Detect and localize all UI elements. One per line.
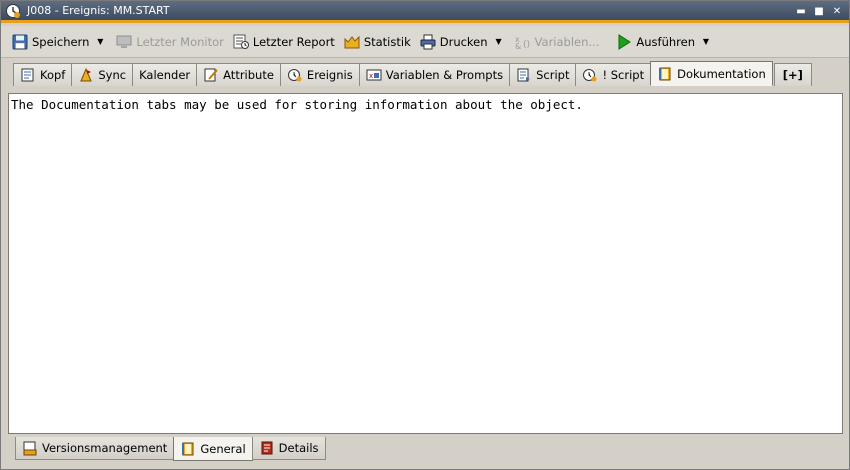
object-tabs: Kopf Sync Kalender Attribute Ereignis x … [1, 60, 849, 86]
tab-label: Sync [98, 68, 127, 82]
minimize-button[interactable]: ▬ [795, 4, 807, 18]
print-dropdown-chevron-icon[interactable]: ▼ [492, 29, 506, 55]
variables-label: Variablen... [534, 34, 600, 49]
svg-text:(): () [523, 40, 530, 50]
tab-details[interactable]: Details [251, 437, 326, 460]
tab-label: Ereignis [306, 68, 353, 82]
execute-dropdown-chevron-icon[interactable]: ▼ [699, 29, 713, 55]
tab-sync[interactable]: Sync [71, 63, 134, 86]
window-title: J008 - Ereignis: MM.START [27, 4, 170, 17]
toolbar: Speichern ▼ Letzter Monitor Letzter Repo… [1, 26, 849, 58]
tab-kalender[interactable]: Kalender [132, 63, 198, 86]
execute-button[interactable]: Ausführen [611, 29, 699, 55]
close-button[interactable]: ✕ [831, 4, 843, 18]
tab-ereignis[interactable]: Ereignis [279, 63, 360, 86]
tab-versionsmanagement[interactable]: Versionsmanagement [15, 437, 175, 460]
statistics-chart-icon [343, 33, 361, 51]
bottom-tabs: Versionsmanagement General Details [15, 437, 326, 461]
save-dropdown-chevron-icon[interactable]: ▼ [93, 29, 107, 55]
play-icon [615, 33, 633, 51]
last-report-label: Letzter Report [252, 34, 335, 49]
tab-event-script[interactable]: ! Script [575, 63, 652, 86]
printer-icon [419, 33, 437, 51]
tab-script[interactable]: Script [509, 63, 577, 86]
version-icon [22, 440, 38, 456]
tab-variables-prompts[interactable]: x Variablen & Prompts [358, 63, 511, 86]
tab-attribute[interactable]: Attribute [196, 63, 281, 86]
save-button[interactable]: Speichern [7, 29, 93, 55]
statistics-button[interactable]: Statistik [339, 29, 415, 55]
tab-label: Details [278, 441, 319, 455]
svg-text:x: x [369, 72, 373, 80]
variables-icon: x [366, 67, 382, 83]
add-tab-icon: [+] [782, 68, 803, 82]
event-script-icon [582, 67, 598, 83]
variables-icon: x &() [514, 33, 532, 51]
save-label: Speichern [32, 34, 90, 49]
last-monitor-label: Letzter Monitor [136, 34, 224, 49]
last-monitor-button[interactable]: Letzter Monitor [111, 29, 228, 55]
event-icon [287, 67, 303, 83]
tab-label: Script [536, 68, 570, 82]
tab-kopf[interactable]: Kopf [13, 63, 73, 86]
script-icon [516, 67, 532, 83]
tab-label: Versionsmanagement [42, 441, 168, 455]
clock-event-icon [5, 3, 21, 19]
sync-icon [78, 67, 94, 83]
tab-label: Dokumentation [677, 66, 766, 81]
documentation-text[interactable]: The Documentation tabs may be used for s… [9, 94, 842, 115]
tab-label: Kopf [40, 68, 66, 82]
floppy-disk-icon [11, 33, 29, 51]
tab-label: Kalender [139, 68, 191, 82]
tab-label: ! Script [602, 68, 645, 82]
title-bar: J008 - Ereignis: MM.START ▬ ■ ✕ [1, 1, 849, 23]
general-book-icon [180, 441, 196, 457]
maximize-button[interactable]: ■ [813, 4, 825, 18]
print-label: Drucken [439, 34, 488, 49]
documentation-book-icon [657, 66, 673, 82]
details-icon [259, 440, 275, 456]
tab-label: General [200, 441, 246, 456]
tab-label: Attribute [223, 68, 274, 82]
execute-label: Ausführen [636, 34, 695, 49]
monitor-icon [115, 33, 133, 51]
statistics-label: Statistik [363, 34, 411, 49]
tab-label: Variablen & Prompts [385, 68, 504, 82]
attribute-icon [203, 67, 219, 83]
tab-dokumentation[interactable]: Dokumentation [650, 61, 773, 86]
header-icon [20, 67, 36, 83]
print-button[interactable]: Drucken [415, 29, 492, 55]
report-icon [232, 33, 250, 51]
svg-text:&: & [515, 42, 521, 51]
variables-button[interactable]: x &() Variablen... [510, 29, 604, 55]
tab-general[interactable]: General [173, 437, 253, 461]
add-tab-button[interactable]: [+] [773, 63, 812, 86]
documentation-editor[interactable]: The Documentation tabs may be used for s… [8, 93, 843, 434]
app-window: J008 - Ereignis: MM.START ▬ ■ ✕ Speicher… [0, 0, 850, 470]
last-report-button[interactable]: Letzter Report [228, 29, 339, 55]
